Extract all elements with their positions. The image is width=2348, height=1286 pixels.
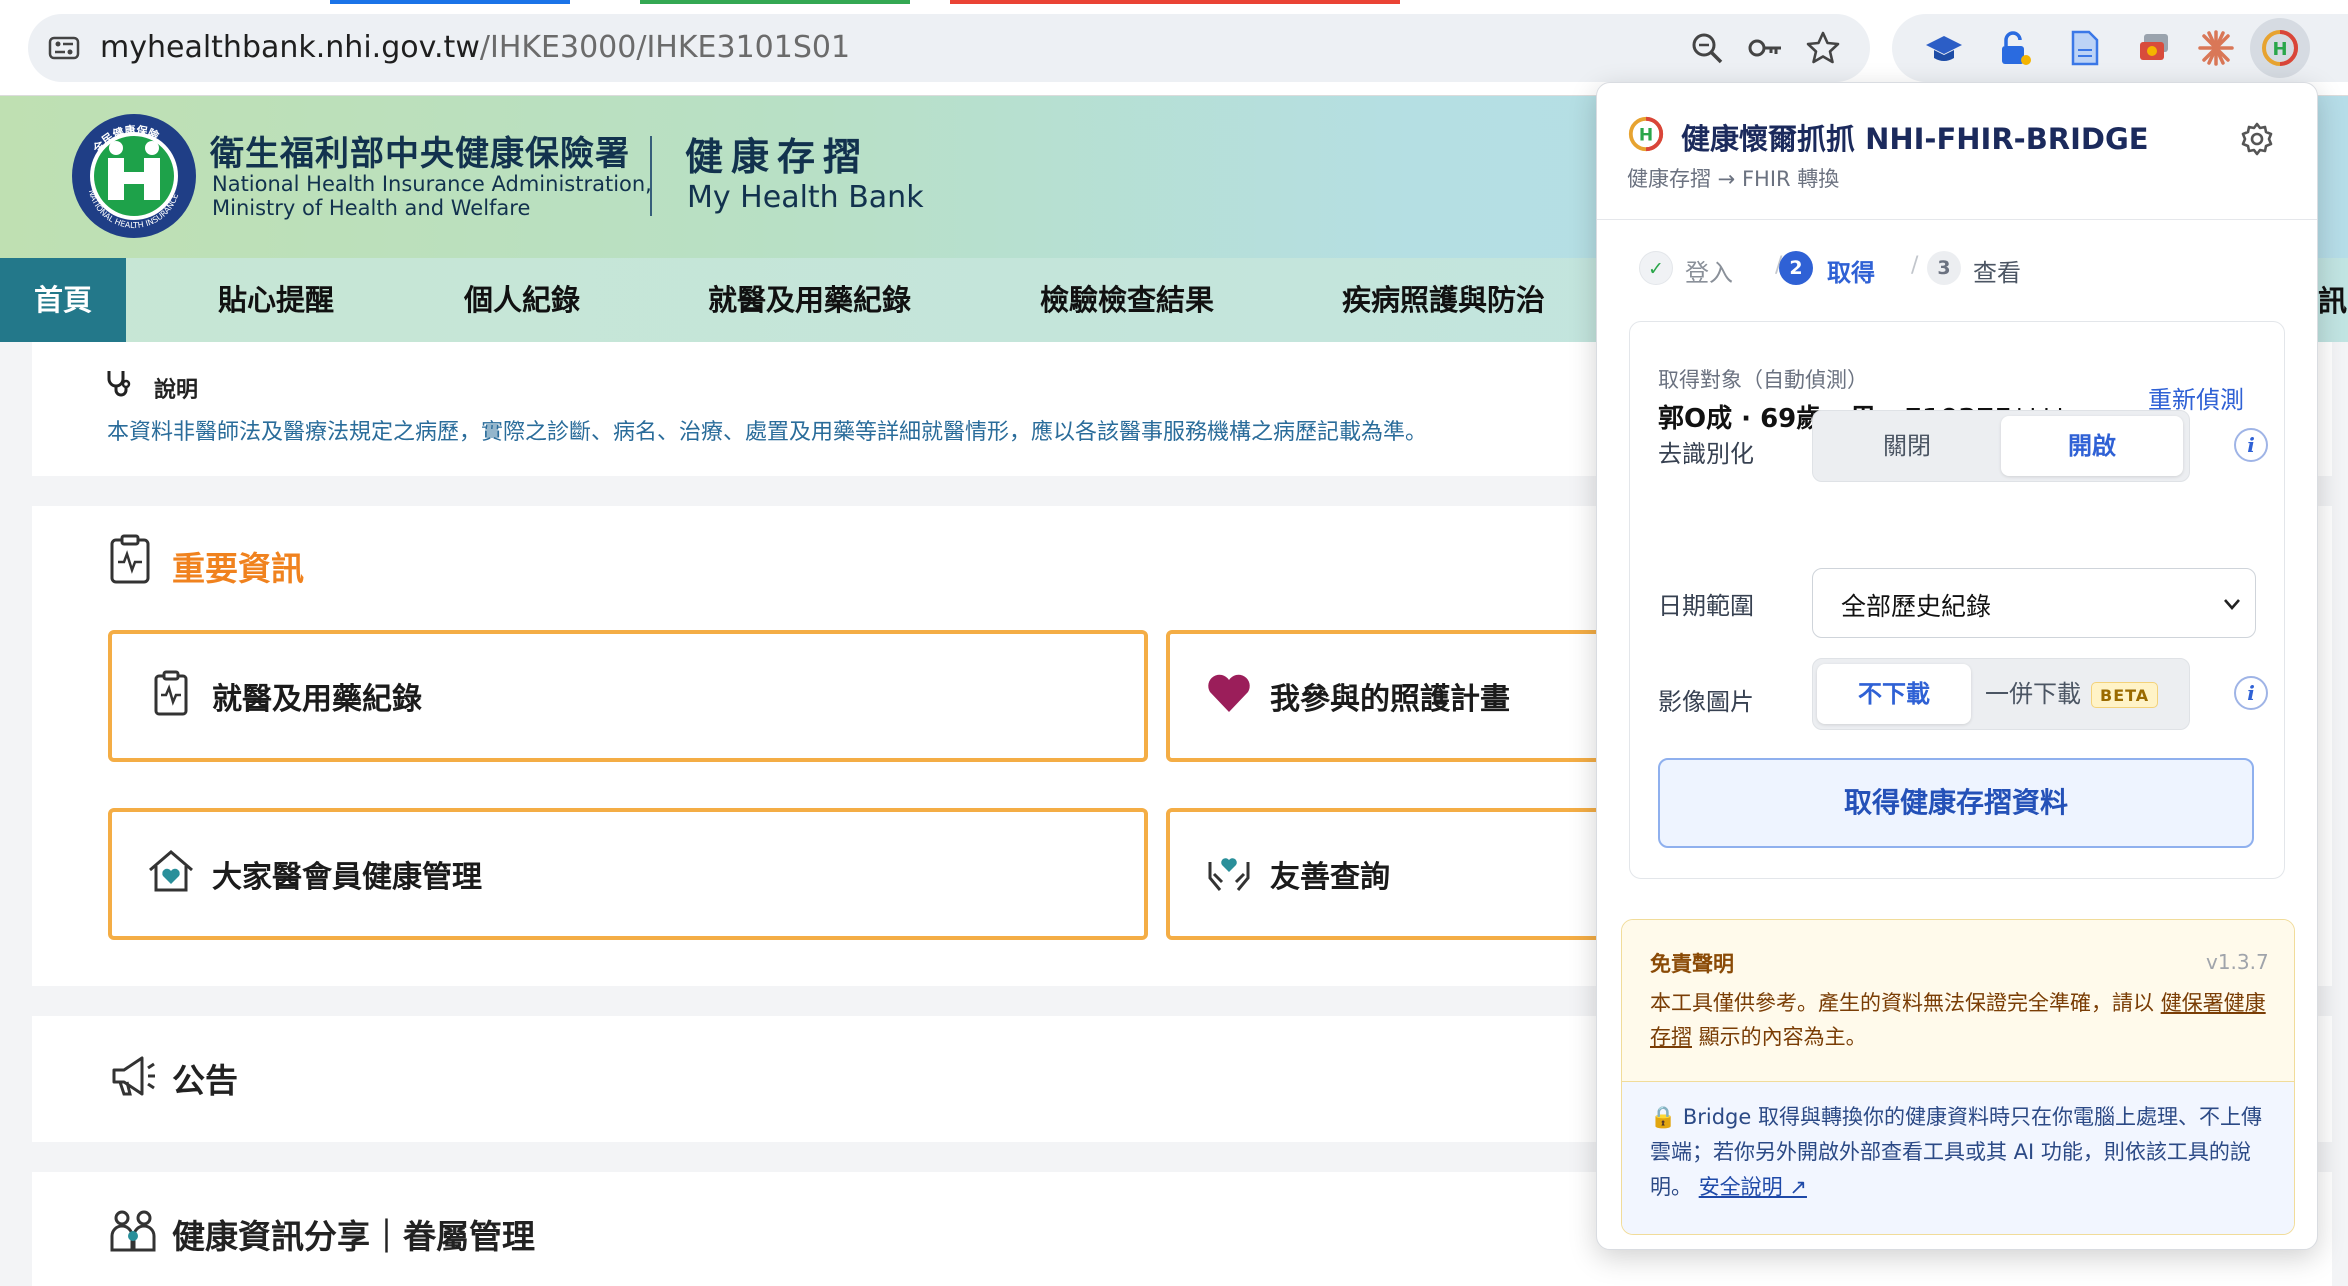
product-name-zh[interactable]: 健康存摺 <box>685 126 869 181</box>
fetch-health-data-button[interactable]: 取得健康存摺資料 <box>1658 758 2254 848</box>
stethoscope-icon <box>107 371 131 397</box>
deid-on-option[interactable]: 開啟 <box>2001 416 2183 476</box>
header-divider <box>650 136 652 216</box>
org-name-zh: 衛生福利部中央健康保險署 <box>210 134 630 174</box>
step-label-fetch: 取得 <box>1827 259 1875 287</box>
extension-popup: H 健康懷爾抓抓 NHI-FHIR-BRIDGE 健康存摺 → FHIR 轉換 … <box>1596 82 2318 1250</box>
notice-text: 本資料非醫師法及醫療法規定之病歷，實際之診斷、病名、治療、處置及用藥等詳細就醫情… <box>107 420 1428 445</box>
svg-text:H: H <box>2272 39 2287 60</box>
security-info-link[interactable]: 安全說明 ↗ <box>1699 1175 1807 1199</box>
megaphone-icon <box>112 1056 155 1096</box>
date-range-value: 全部歷史紀錄 <box>1841 592 1992 621</box>
chevron-down-icon <box>2224 599 2240 610</box>
tab-indicator[interactable] <box>330 0 570 4</box>
unlock-icon[interactable] <box>1994 28 2034 68</box>
org-name-en: National Health Insurance Administration… <box>212 172 652 220</box>
bookmark-star-icon[interactable] <box>1804 29 1842 67</box>
images-toggle[interactable]: 不下載 一併下載 BETA <box>1812 658 2190 730</box>
claude-icon[interactable] <box>2196 28 2236 68</box>
popup-subtitle: 健康存摺 → FHIR 轉換 <box>1627 167 1840 191</box>
disclaimer-title: 免責聲明 <box>1650 952 1734 976</box>
card-medical-records[interactable]: 就醫及用藥紀錄 <box>108 630 1148 762</box>
url-path: /IHKE3000/IHKE3101S01 <box>479 30 851 65</box>
images-download-label: 一併下載 <box>1985 680 2081 708</box>
disclaimer-text-after: 顯示的內容為主。 <box>1692 1025 1867 1049</box>
family-icon <box>110 1210 156 1252</box>
fetch-options-card: 取得對象（自動偵測） 郭O成 · 69歲 · 男 · F10375**** 重新… <box>1629 321 2285 879</box>
address-bar[interactable]: myhealthbank.nhi.gov.tw/IHKE3000/IHKE310… <box>28 14 1870 82</box>
nav-item-reminders[interactable]: 貼心提醒 <box>218 258 334 342</box>
important-info-title: 重要資訊 <box>172 549 304 588</box>
tab-indicator[interactable] <box>640 0 910 4</box>
org-name-en-line1: National Health Insurance Administration… <box>212 172 652 196</box>
deid-info-icon[interactable]: i <box>2234 428 2268 462</box>
deid-toggle[interactable]: 關閉 開啟 <box>1812 410 2190 482</box>
images-download-option[interactable]: 一併下載 BETA <box>1977 664 2185 724</box>
nav-item-truncated[interactable]: 訊 <box>2318 278 2347 320</box>
disclaimer-text-before: 本工具僅供參考。產生的資料無法保證完全準確，請以 <box>1650 991 2161 1015</box>
date-range-label: 日期範圍 <box>1658 592 1754 620</box>
nav-item-medical-records[interactable]: 就醫及用藥紀錄 <box>708 258 911 342</box>
step-done-check-icon: ✓ <box>1639 251 1673 285</box>
nav-item-test-results[interactable]: 檢驗檢查結果 <box>1040 258 1214 342</box>
nhi-logo[interactable]: 全民健康保險 NATIONAL HEALTH INSURANCE <box>70 112 198 240</box>
progress-steps: ✓ 登入 / 2 取得 / 3 查看 <box>1639 251 2279 287</box>
popup-divider <box>1597 219 2317 220</box>
clipboard-icon <box>154 670 188 716</box>
password-key-icon[interactable] <box>1746 29 1784 67</box>
card-label: 就醫及用藥紀錄 <box>212 682 422 717</box>
notice-title: 說明 <box>154 378 199 403</box>
product-name-en[interactable]: My Health Bank <box>687 180 924 215</box>
step-separator: / <box>1911 253 1919 278</box>
step-number-todo: 3 <box>1927 251 1961 285</box>
org-name-en-line2: Ministry of Health and Welfare <box>212 196 531 220</box>
card-label: 我參與的照護計畫 <box>1270 682 1510 717</box>
nav-item-disease-care[interactable]: 疾病照護與防治 <box>1342 258 1545 342</box>
step-number-active: 2 <box>1779 251 1813 285</box>
cards-icon[interactable] <box>2134 28 2174 68</box>
tab-strip <box>0 0 2348 4</box>
tab-indicator[interactable] <box>950 0 1400 4</box>
deid-label: 去識別化 <box>1658 440 1754 468</box>
version-label: v1.3.7 <box>2206 950 2269 974</box>
card-label: 大家醫會員健康管理 <box>212 860 482 895</box>
card-family-doctor[interactable]: 大家醫會員健康管理 <box>108 808 1148 940</box>
announcement-title[interactable]: 公告 <box>172 1054 238 1102</box>
url-text[interactable]: myhealthbank.nhi.gov.tw/IHKE3000/IHKE310… <box>100 29 850 67</box>
house-heart-icon <box>149 850 193 892</box>
nav-item-home[interactable]: 首頁 <box>0 258 126 342</box>
images-no-download-option[interactable]: 不下載 <box>1817 664 1971 724</box>
popup-title: 健康懷爾抓抓 NHI-FHIR-BRIDGE <box>1681 122 2149 156</box>
svg-text:H: H <box>1639 126 1653 146</box>
nhi-fhir-bridge-icon[interactable]: H <box>2260 28 2300 68</box>
disclaimer-section: 免責聲明 v1.3.7 本工具僅供參考。產生的資料無法保證完全準確，請以 健保署… <box>1622 920 2294 1082</box>
gear-icon[interactable] <box>2239 121 2275 157</box>
disclaimer-text: 本工具僅供參考。產生的資料無法保證完全準確，請以 健保署健康存摺 顯示的內容為主… <box>1650 986 2270 1054</box>
zoom-icon[interactable] <box>1688 29 1726 67</box>
card-label: 友善查詢 <box>1270 860 1390 895</box>
heart-icon <box>1208 674 1250 712</box>
beta-badge: BETA <box>2091 682 2159 708</box>
hands-heart-icon <box>1208 858 1250 891</box>
date-range-select[interactable]: 全部歷史紀錄 <box>1812 568 2256 638</box>
clipboard-icon <box>110 534 150 584</box>
privacy-section: 🔒 Bridge 取得與轉換你的健康資料時只在你電腦上處理、不上傳雲端；若你另外… <box>1622 1082 2294 1234</box>
mortarboard-icon[interactable] <box>1924 28 1964 68</box>
family-share-title[interactable]: 健康資訊分享｜眷屬管理 <box>172 1210 535 1258</box>
url-host: myhealthbank.nhi.gov.tw <box>100 30 480 65</box>
document-icon[interactable] <box>2064 28 2104 68</box>
extensions-bar: H <box>1892 14 2348 82</box>
disclaimer-box: 免責聲明 v1.3.7 本工具僅供參考。產生的資料無法保證完全準確，請以 健保署… <box>1621 919 2295 1235</box>
step-label-view: 查看 <box>1973 259 2021 287</box>
deid-off-option[interactable]: 關閉 <box>1817 416 1997 476</box>
target-caption: 取得對象（自動偵測） <box>1658 368 1868 392</box>
nhi-fhir-bridge-icon: H <box>1628 116 1664 152</box>
privacy-text: 🔒 Bridge 取得與轉換你的健康資料時只在你電腦上處理、不上傳雲端；若你另外… <box>1650 1100 2274 1205</box>
site-settings-icon[interactable] <box>46 30 82 66</box>
images-info-icon[interactable]: i <box>2234 676 2268 710</box>
images-label: 影像圖片 <box>1658 688 1754 716</box>
nav-item-personal-records[interactable]: 個人紀錄 <box>464 258 580 342</box>
step-label-login: 登入 <box>1685 259 1733 287</box>
